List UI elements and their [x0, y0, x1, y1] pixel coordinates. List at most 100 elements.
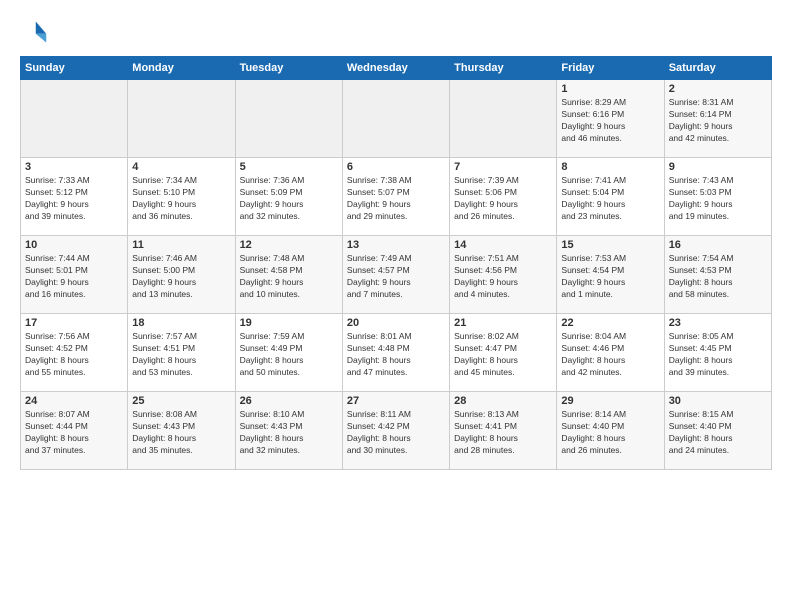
day-number: 15 [561, 239, 659, 251]
calendar-cell: 6Sunrise: 7:38 AM Sunset: 5:07 PM Daylig… [342, 158, 449, 236]
calendar-week-row: 3 Sunrise: 7:33 AM Sunset: 5:12 PM Daylig… [21, 158, 772, 236]
day-number: 1 [561, 83, 659, 95]
day-info: Sunrise: 8:15 AM Sunset: 4:40 PM Dayligh… [669, 409, 767, 457]
day-number: 8 [561, 161, 659, 173]
logo [20, 18, 52, 46]
day-info: Sunrise: 7:41 AM Sunset: 5:04 PM Dayligh… [561, 175, 659, 223]
day-number: 24 [25, 395, 123, 407]
page: SundayMondayTuesdayWednesdayThursdayFrid… [0, 0, 792, 612]
day-number: 2 [669, 83, 767, 95]
calendar-cell: 26 Sunrise: 8:10 AM Sunset: 4:43 PM Dayli… [235, 392, 342, 470]
calendar-cell: 25 Sunrise: 8:08 AM Sunset: 4:43 PM Dayli… [128, 392, 235, 470]
day-number: 14 [454, 239, 552, 251]
calendar-cell: 23Sunrise: 8:05 AM Sunset: 4:45 PM Dayli… [664, 314, 771, 392]
calendar-day-header: Wednesday [342, 57, 449, 80]
calendar-week-row: 24 Sunrise: 8:07 AM Sunset: 4:44 PM Dayli… [21, 392, 772, 470]
day-info: Sunrise: 7:59 AM Sunset: 4:49 PM Dayligh… [240, 331, 338, 379]
day-number: 22 [561, 317, 659, 329]
day-info: Sunrise: 8:13 AM Sunset: 4:41 PM Dayligh… [454, 409, 552, 457]
calendar-cell: 18 Sunrise: 7:57 AM Sunset: 4:51 PM Dayli… [128, 314, 235, 392]
calendar-cell: 14 Sunrise: 7:51 AM Sunset: 4:56 PM Dayli… [450, 236, 557, 314]
calendar-cell: 8 Sunrise: 7:41 AM Sunset: 5:04 PM Daylig… [557, 158, 664, 236]
calendar-cell: 1 Sunrise: 8:29 AM Sunset: 6:16 PM Daylig… [557, 80, 664, 158]
day-number: 23 [669, 317, 767, 329]
day-info: Sunrise: 7:43 AM Sunset: 5:03 PM Dayligh… [669, 175, 767, 223]
day-number: 27 [347, 395, 445, 407]
calendar-cell: 17 Sunrise: 7:56 AM Sunset: 4:52 PM Dayli… [21, 314, 128, 392]
day-number: 6 [347, 161, 445, 173]
day-number: 28 [454, 395, 552, 407]
day-number: 11 [132, 239, 230, 251]
day-number: 5 [240, 161, 338, 173]
day-info: Sunrise: 7:44 AM Sunset: 5:01 PM Dayligh… [25, 253, 123, 301]
calendar-header-row: SundayMondayTuesdayWednesdayThursdayFrid… [21, 57, 772, 80]
calendar-day-header: Tuesday [235, 57, 342, 80]
day-number: 13 [347, 239, 445, 251]
calendar-cell: 15 Sunrise: 7:53 AM Sunset: 4:54 PM Dayli… [557, 236, 664, 314]
calendar-cell [128, 80, 235, 158]
day-number: 25 [132, 395, 230, 407]
calendar-cell [450, 80, 557, 158]
day-info: Sunrise: 8:08 AM Sunset: 4:43 PM Dayligh… [132, 409, 230, 457]
day-info: Sunrise: 7:39 AM Sunset: 5:06 PM Dayligh… [454, 175, 552, 223]
day-number: 30 [669, 395, 767, 407]
calendar-cell: 2Sunrise: 8:31 AM Sunset: 6:14 PM Daylig… [664, 80, 771, 158]
day-number: 17 [25, 317, 123, 329]
day-info: Sunrise: 7:56 AM Sunset: 4:52 PM Dayligh… [25, 331, 123, 379]
day-info: Sunrise: 7:46 AM Sunset: 5:00 PM Dayligh… [132, 253, 230, 301]
day-info: Sunrise: 8:04 AM Sunset: 4:46 PM Dayligh… [561, 331, 659, 379]
day-info: Sunrise: 7:33 AM Sunset: 5:12 PM Dayligh… [25, 175, 123, 223]
calendar-cell: 28 Sunrise: 8:13 AM Sunset: 4:41 PM Dayli… [450, 392, 557, 470]
day-info: Sunrise: 7:51 AM Sunset: 4:56 PM Dayligh… [454, 253, 552, 301]
calendar-day-header: Monday [128, 57, 235, 80]
calendar-cell [342, 80, 449, 158]
day-info: Sunrise: 7:48 AM Sunset: 4:58 PM Dayligh… [240, 253, 338, 301]
calendar-cell [21, 80, 128, 158]
day-number: 19 [240, 317, 338, 329]
calendar-cell: 10 Sunrise: 7:44 AM Sunset: 5:01 PM Dayli… [21, 236, 128, 314]
day-info: Sunrise: 7:49 AM Sunset: 4:57 PM Dayligh… [347, 253, 445, 301]
day-number: 26 [240, 395, 338, 407]
calendar-cell: 24 Sunrise: 8:07 AM Sunset: 4:44 PM Dayli… [21, 392, 128, 470]
day-number: 10 [25, 239, 123, 251]
day-info: Sunrise: 8:07 AM Sunset: 4:44 PM Dayligh… [25, 409, 123, 457]
day-info: Sunrise: 7:54 AM Sunset: 4:53 PM Dayligh… [669, 253, 767, 301]
calendar-day-header: Sunday [21, 57, 128, 80]
day-info: Sunrise: 8:10 AM Sunset: 4:43 PM Dayligh… [240, 409, 338, 457]
day-number: 16 [669, 239, 767, 251]
calendar-cell: 7 Sunrise: 7:39 AM Sunset: 5:06 PM Daylig… [450, 158, 557, 236]
calendar-cell: 22 Sunrise: 8:04 AM Sunset: 4:46 PM Dayli… [557, 314, 664, 392]
calendar-cell: 20Sunrise: 8:01 AM Sunset: 4:48 PM Dayli… [342, 314, 449, 392]
day-info: Sunrise: 7:53 AM Sunset: 4:54 PM Dayligh… [561, 253, 659, 301]
calendar-day-header: Saturday [664, 57, 771, 80]
day-info: Sunrise: 8:11 AM Sunset: 4:42 PM Dayligh… [347, 409, 445, 457]
calendar-cell [235, 80, 342, 158]
calendar-cell: 4Sunrise: 7:34 AM Sunset: 5:10 PM Daylig… [128, 158, 235, 236]
calendar-cell: 29 Sunrise: 8:14 AM Sunset: 4:40 PM Dayli… [557, 392, 664, 470]
calendar-cell: 13 Sunrise: 7:49 AM Sunset: 4:57 PM Dayli… [342, 236, 449, 314]
day-info: Sunrise: 7:36 AM Sunset: 5:09 PM Dayligh… [240, 175, 338, 223]
calendar-cell: 3 Sunrise: 7:33 AM Sunset: 5:12 PM Daylig… [21, 158, 128, 236]
calendar-cell: 9 Sunrise: 7:43 AM Sunset: 5:03 PM Daylig… [664, 158, 771, 236]
day-number: 18 [132, 317, 230, 329]
day-info: Sunrise: 8:29 AM Sunset: 6:16 PM Dayligh… [561, 97, 659, 145]
day-number: 12 [240, 239, 338, 251]
calendar-cell: 27 Sunrise: 8:11 AM Sunset: 4:42 PM Dayli… [342, 392, 449, 470]
day-info: Sunrise: 7:57 AM Sunset: 4:51 PM Dayligh… [132, 331, 230, 379]
calendar-day-header: Thursday [450, 57, 557, 80]
day-number: 21 [454, 317, 552, 329]
day-number: 9 [669, 161, 767, 173]
calendar-cell: 11 Sunrise: 7:46 AM Sunset: 5:00 PM Dayli… [128, 236, 235, 314]
day-info: Sunrise: 8:02 AM Sunset: 4:47 PM Dayligh… [454, 331, 552, 379]
day-number: 29 [561, 395, 659, 407]
calendar-cell: 30 Sunrise: 8:15 AM Sunset: 4:40 PM Dayli… [664, 392, 771, 470]
calendar-week-row: 10 Sunrise: 7:44 AM Sunset: 5:01 PM Dayli… [21, 236, 772, 314]
calendar-week-row: 17 Sunrise: 7:56 AM Sunset: 4:52 PM Dayli… [21, 314, 772, 392]
day-number: 7 [454, 161, 552, 173]
day-info: Sunrise: 7:34 AM Sunset: 5:10 PM Dayligh… [132, 175, 230, 223]
day-info: Sunrise: 8:14 AM Sunset: 4:40 PM Dayligh… [561, 409, 659, 457]
day-number: 3 [25, 161, 123, 173]
logo-icon [20, 18, 48, 46]
day-number: 20 [347, 317, 445, 329]
calendar-cell: 21 Sunrise: 8:02 AM Sunset: 4:47 PM Dayli… [450, 314, 557, 392]
